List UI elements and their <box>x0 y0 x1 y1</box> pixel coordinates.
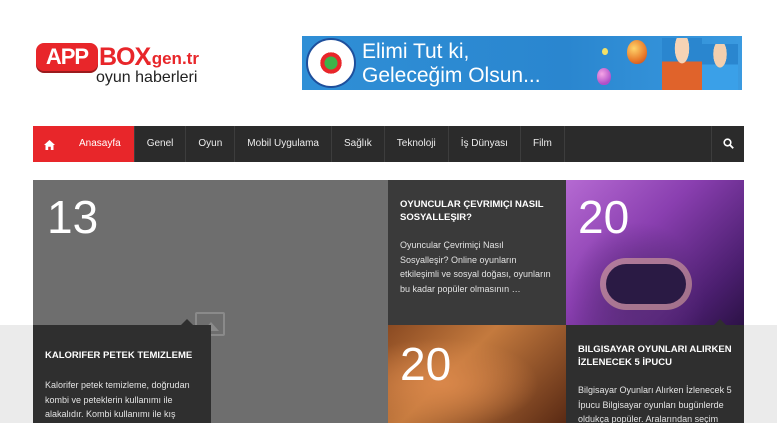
post-date-number: 20 <box>578 191 630 243</box>
post-tile-text[interactable]: OYUNCULAR ÇEVRIMIÇI NASIL SOSYALLEŞIR? O… <box>388 180 566 325</box>
post-date-number: 13 <box>47 191 99 243</box>
balloon-icon <box>627 40 647 64</box>
nav-item[interactable]: Genel <box>135 126 187 162</box>
site-logo[interactable]: APP BOX .gen.tr oyun haberleri <box>36 40 206 90</box>
nav-items: Anasayfa Genel Oyun Mobil Uygulama Sağlık Tek… <box>66 126 565 162</box>
banner-seal-icon <box>306 38 356 88</box>
balloon-icon <box>602 48 608 55</box>
gamepad-image <box>606 264 686 304</box>
nav-item[interactable]: Film <box>521 126 565 162</box>
nav-home-button[interactable] <box>33 126 66 162</box>
nav-item[interactable]: Anasayfa <box>66 126 135 162</box>
nav-item[interactable]: Sağlık <box>332 126 385 162</box>
post-tile-image[interactable]: 20 <box>388 325 566 423</box>
post-title[interactable]: OYUNCULAR ÇEVRIMIÇI NASIL SOSYALLEŞIR? <box>400 198 554 224</box>
banner-line-2: Geleceğim Olsun... <box>362 64 541 87</box>
post-date-number: 20 <box>400 338 452 390</box>
balloon-icon <box>597 68 611 85</box>
post-tile-image[interactable]: 20 <box>566 180 744 325</box>
post-excerpt: Bilgisayar Oyunları Alırken İzlenecek 5 … <box>578 385 732 423</box>
main-navigation: Anasayfa Genel Oyun Mobil Uygulama Sağlık Tek… <box>33 126 744 162</box>
post-tile-featured[interactable]: 13 KALORIFER PETEK TEMIZLEME Kalorifer p… <box>33 180 388 423</box>
post-tile-text[interactable]: BILGISAYAR OYUNLARI ALIRKEN İZLENECEK 5 … <box>566 325 744 423</box>
post-excerpt: Oyuncular Çevrimiçi Nasıl Sosyalleşir? O… <box>400 240 551 294</box>
post-excerpt: Kalorifer petek temizleme, doğrudan komb… <box>45 380 190 419</box>
nav-item[interactable]: Mobil Uygulama <box>235 126 332 162</box>
logo-app: APP <box>36 43 98 71</box>
logo-box: BOX <box>99 43 151 71</box>
logo-subtitle: oyun haberleri <box>96 69 198 86</box>
home-icon <box>44 139 55 150</box>
nav-item[interactable]: Teknoloji <box>385 126 449 162</box>
banner-line-1: Elimi Tut ki, <box>362 40 470 63</box>
header-banner[interactable]: Elimi Tut ki, Geleceğim Olsun... <box>302 36 742 90</box>
search-icon <box>723 138 734 149</box>
post-title[interactable]: BILGISAYAR OYUNLARI ALIRKEN İZLENECEK 5 … <box>578 343 732 369</box>
nav-item[interactable]: Oyun <box>186 126 236 162</box>
post-caption: KALORIFER PETEK TEMIZLEME Kalorifer pete… <box>33 319 211 423</box>
nav-search-button[interactable] <box>711 126 744 162</box>
post-title[interactable]: KALORIFER PETEK TEMIZLEME <box>45 349 199 362</box>
nav-item[interactable]: İş Dünyası <box>449 126 521 162</box>
banner-child-figure <box>662 38 702 90</box>
logo-tld: .gen.tr <box>147 49 199 68</box>
banner-child-figure <box>702 44 738 90</box>
